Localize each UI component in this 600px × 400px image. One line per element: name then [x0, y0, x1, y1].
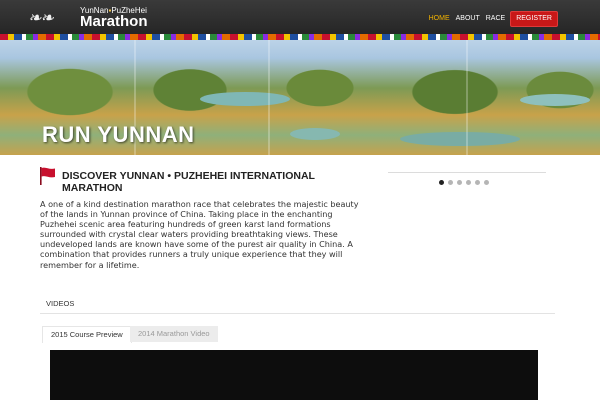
videos-divider [40, 313, 555, 314]
banner-panel-divider [268, 40, 270, 155]
banner-lake [400, 132, 520, 146]
main-nav: HOME ABOUT RACE REGISTER [423, 11, 558, 27]
top-header-bar: ❧❧ YunNan▪PuZheHei Marathon HOME ABOUT R… [0, 0, 600, 34]
logo-marathon: Marathon [80, 13, 148, 30]
banner-lake [520, 94, 590, 106]
banner-panel-divider [466, 40, 468, 155]
banner-title: RUN YUNNAN [42, 122, 195, 147]
videos-section-label: VIDEOS [46, 299, 75, 308]
slider-dot[interactable] [484, 180, 489, 185]
slider-dot[interactable] [439, 180, 444, 185]
banner-lake [200, 92, 290, 106]
banner-lake [290, 128, 340, 140]
slider-dot[interactable] [475, 180, 480, 185]
slider-divider [388, 172, 546, 173]
calligraphy-logo-mark: ❧❧ [28, 8, 54, 27]
tab-2014-marathon-video[interactable]: 2014 Marathon Video [130, 326, 218, 342]
intro-paragraph: A one of a kind destination marathon rac… [40, 199, 359, 270]
slider-dot[interactable] [457, 180, 462, 185]
intro-heading: DISCOVER YUNNAN • PUZHEHEI INTERNATIONAL… [62, 170, 315, 194]
slider-dot[interactable] [448, 180, 453, 185]
nav-home[interactable]: HOME [429, 14, 450, 24]
tab-2015-course-preview[interactable]: 2015 Course Preview [42, 326, 132, 343]
red-flag-icon [40, 167, 55, 185]
slider-dot[interactable] [466, 180, 471, 185]
nav-race[interactable]: RACE [486, 14, 505, 24]
register-button[interactable]: REGISTER [510, 11, 558, 27]
video-player[interactable] [50, 350, 538, 400]
slider-pagination [439, 180, 493, 185]
nav-about[interactable]: ABOUT [456, 14, 480, 24]
hero-banner: RUN YUNNAN [0, 40, 600, 155]
